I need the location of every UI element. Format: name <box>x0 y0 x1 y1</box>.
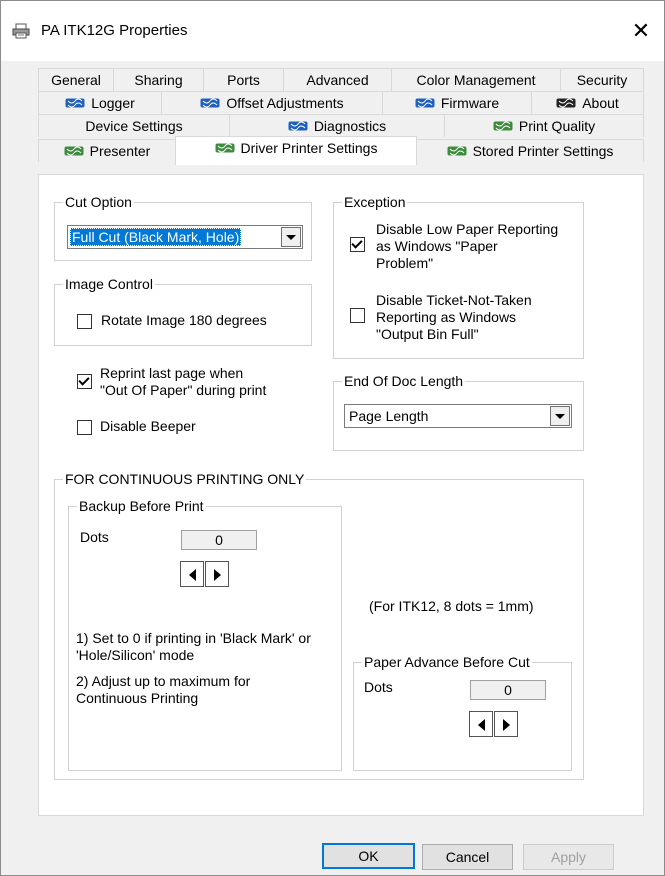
backup-dots-value: 0 <box>181 530 257 550</box>
link-icon <box>556 98 576 108</box>
increment-arrow-icon[interactable] <box>205 561 229 587</box>
cancel-button[interactable]: Cancel <box>422 844 513 870</box>
image-control-group: Image Control Rotate Image 180 degrees <box>54 276 312 346</box>
cut-option-group: Cut Option Full Cut (Black Mark, Hole) <box>54 194 312 261</box>
disable-beeper-checkbox[interactable] <box>77 420 92 435</box>
link-icon <box>447 146 467 156</box>
title-bar: PA ITK12G Properties ✕ <box>1 1 664 61</box>
tab-row-1: General Sharing Ports Advanced Color Man… <box>38 68 644 92</box>
link-icon <box>415 98 435 108</box>
backup-before-print-group: Backup Before Print Dots 0 1) Set to 0 i… <box>68 498 342 771</box>
reprint-last-page-label: Reprint last page when "Out Of Paper" du… <box>100 365 267 398</box>
tab-label: Logger <box>91 95 135 111</box>
dialog-content: General Sharing Ports Advanced Color Man… <box>1 61 664 875</box>
image-control-title: Image Control <box>63 276 155 292</box>
link-icon <box>493 121 513 131</box>
backup-note-2: 2) Adjust up to maximum for Continuous P… <box>76 673 251 706</box>
tab-row-3: Device Settings Diagnostics Print Qualit… <box>38 114 644 138</box>
rotate-image-checkbox[interactable] <box>77 314 92 329</box>
link-icon <box>200 98 220 108</box>
tab-advanced[interactable]: Advanced <box>283 68 392 91</box>
advance-dots-stepper <box>469 711 519 737</box>
decrement-arrow-icon[interactable] <box>469 711 493 737</box>
tab-label: Device Settings <box>85 118 183 134</box>
tab-about[interactable]: About <box>531 91 644 114</box>
tab-security[interactable]: Security <box>560 68 644 91</box>
end-of-doc-group: End Of Doc Length Page Length <box>333 373 584 451</box>
tab-label: Diagnostics <box>313 118 387 134</box>
printer-icon <box>12 23 30 39</box>
tab-label: Stored Printer Settings <box>472 143 614 159</box>
tab-label: Sharing <box>134 72 183 88</box>
end-of-doc-value: Page Length <box>349 408 429 424</box>
tab-diagnostics[interactable]: Diagnostics <box>229 114 445 137</box>
advance-dots-value: 0 <box>470 680 546 700</box>
end-of-doc-select[interactable]: Page Length <box>344 404 572 428</box>
tab-label: Ports <box>227 72 260 88</box>
continuous-printing-title: FOR CONTINUOUS PRINTING ONLY <box>63 471 307 487</box>
end-of-doc-title: End Of Doc Length <box>342 373 466 389</box>
tab-row-2: Logger Offset Adjustments Firmware About <box>38 91 644 115</box>
disable-low-paper-checkbox[interactable] <box>350 237 365 252</box>
backup-before-print-title: Backup Before Print <box>77 498 206 514</box>
window-title: PA ITK12G Properties <box>41 22 188 39</box>
cut-option-select[interactable]: Full Cut (Black Mark, Hole) <box>67 225 303 249</box>
tab-presenter[interactable]: Presenter <box>38 139 176 162</box>
backup-dots-label: Dots <box>80 529 109 545</box>
tab-general[interactable]: General <box>38 68 114 91</box>
tab-label: Color Management <box>416 72 536 88</box>
tab-print-quality[interactable]: Print Quality <box>444 114 644 137</box>
tab-panel: Cut Option Full Cut (Black Mark, Hole) E… <box>38 174 644 816</box>
exception-group: Exception Disable Low Paper Reporting as… <box>333 194 584 359</box>
backup-dots-stepper <box>180 561 230 587</box>
ok-button[interactable]: OK <box>322 843 415 869</box>
rotate-image-label: Rotate Image 180 degrees <box>101 312 267 328</box>
tab-label: Firmware <box>440 95 500 111</box>
tab-label: Print Quality <box>518 118 596 134</box>
continuous-printing-group: FOR CONTINUOUS PRINTING ONLY Backup Befo… <box>54 471 584 780</box>
paper-advance-title: Paper Advance Before Cut <box>362 654 532 670</box>
disable-ticket-not-taken-label: Disable Ticket-Not-Taken Reporting as Wi… <box>376 292 532 342</box>
tab-sharing[interactable]: Sharing <box>113 68 204 91</box>
tab-offset-adjustments[interactable]: Offset Adjustments <box>161 91 383 114</box>
disable-low-paper-label: Disable Low Paper Reporting as Windows "… <box>376 221 559 271</box>
tab-device-settings[interactable]: Device Settings <box>38 114 230 137</box>
tab-color-management[interactable]: Color Management <box>391 68 561 91</box>
link-icon <box>64 146 84 156</box>
tab-label: Offset Adjustments <box>226 95 344 111</box>
close-button[interactable]: ✕ <box>618 11 664 51</box>
tab-label: General <box>51 72 101 88</box>
paper-advance-group: Paper Advance Before Cut Dots 0 <box>353 654 572 771</box>
chevron-down-icon[interactable] <box>281 227 301 247</box>
reprint-last-page-checkbox[interactable] <box>77 374 92 389</box>
tab-label: Security <box>576 72 628 88</box>
advance-dots-label: Dots <box>364 679 393 695</box>
link-icon <box>215 143 235 153</box>
tab-driver-printer-settings[interactable]: Driver Printer Settings <box>175 136 417 165</box>
tab-ports[interactable]: Ports <box>203 68 284 91</box>
tab-label: Driver Printer Settings <box>240 140 378 156</box>
disable-beeper-label: Disable Beeper <box>100 418 196 434</box>
chevron-down-icon[interactable] <box>550 406 570 426</box>
tab-row-4: Presenter Driver Printer Settings Stored… <box>38 136 644 165</box>
tab-label: Advanced <box>306 72 369 88</box>
tab-firmware[interactable]: Firmware <box>382 91 532 114</box>
exception-title: Exception <box>342 194 408 210</box>
dots-conversion-info: (For ITK12, 8 dots = 1mm) <box>369 598 534 614</box>
cut-option-value: Full Cut (Black Mark, Hole) <box>70 228 242 246</box>
decrement-arrow-icon[interactable] <box>180 561 204 587</box>
properties-dialog: PA ITK12G Properties ✕ General Sharing P… <box>0 0 665 876</box>
tab-label: About <box>582 95 619 111</box>
apply-button[interactable]: Apply <box>523 844 614 870</box>
disable-ticket-not-taken-checkbox[interactable] <box>350 308 365 323</box>
tab-logger[interactable]: Logger <box>38 91 162 114</box>
tab-label: Presenter <box>89 143 151 159</box>
tab-stored-printer-settings[interactable]: Stored Printer Settings <box>416 139 644 162</box>
increment-arrow-icon[interactable] <box>494 711 518 737</box>
backup-note-1: 1) Set to 0 if printing in 'Black Mark' … <box>76 630 311 663</box>
link-icon <box>65 98 85 108</box>
link-icon <box>288 121 308 131</box>
cut-option-title: Cut Option <box>63 194 134 210</box>
